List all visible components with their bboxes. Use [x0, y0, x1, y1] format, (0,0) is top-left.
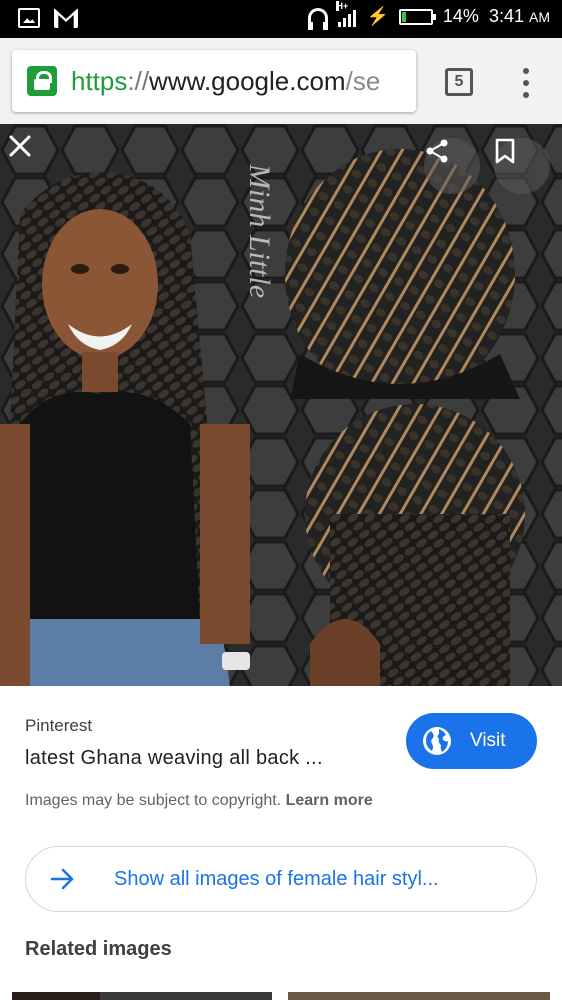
system-icons: H+ ⚡ 14% 3:41 AM — [308, 0, 550, 30]
visit-label: Visit — [470, 730, 506, 751]
related-thumbnail[interactable] — [100, 992, 272, 1000]
url-text[interactable]: https://www.google.com/se — [71, 66, 380, 97]
clock: 3:41 AM — [488, 6, 550, 26]
copyright-notice: Images may be subject to copyright. Lear… — [25, 792, 373, 809]
learn-more-link[interactable]: Learn more — [286, 792, 373, 809]
notification-icons — [18, 8, 78, 28]
related-images-heading: Related images — [25, 938, 172, 960]
show-all-images-button[interactable]: Show all images of female hair styl... — [25, 846, 537, 912]
browser-toolbar: https://www.google.com/se 5 — [0, 38, 562, 124]
signal-icon: H+ — [336, 0, 357, 27]
address-bar[interactable]: https://www.google.com/se — [12, 50, 416, 112]
charging-icon: ⚡ — [366, 6, 389, 26]
battery-icon — [398, 8, 436, 25]
overflow-menu-icon[interactable] — [516, 66, 536, 100]
source-site: Pinterest — [25, 716, 93, 735]
hairstyle-photo: Minh Little — [0, 124, 562, 686]
battery-percent: 14% — [442, 6, 479, 26]
gallery-icon — [18, 8, 40, 28]
image-preview[interactable]: Minh Little — [0, 124, 562, 686]
network-type-label: H+ — [336, 0, 349, 11]
close-button[interactable] — [8, 134, 64, 190]
bookmark-icon — [495, 138, 515, 164]
close-icon — [9, 135, 31, 157]
headphones-icon — [308, 7, 329, 30]
share-button[interactable] — [424, 138, 480, 194]
related-thumbnail[interactable] — [12, 992, 100, 1000]
share-icon — [426, 139, 448, 163]
visit-button[interactable]: Visit — [406, 713, 537, 769]
arrow-right-icon — [50, 868, 74, 890]
related-thumbnail[interactable] — [288, 992, 550, 1000]
globe-icon — [423, 727, 451, 755]
save-button[interactable] — [494, 138, 550, 194]
status-bar: H+ ⚡ 14% 3:41 AM — [0, 0, 562, 38]
related-images-strip — [0, 992, 562, 1000]
photo-watermark: Minh Little — [243, 163, 276, 298]
lock-icon — [27, 66, 57, 96]
gmail-icon — [54, 8, 78, 28]
show-all-label: Show all images of female hair styl... — [114, 867, 439, 890]
image-title[interactable]: latest Ghana weaving all back ... — [25, 747, 323, 770]
tab-switcher-button[interactable]: 5 — [445, 68, 473, 96]
